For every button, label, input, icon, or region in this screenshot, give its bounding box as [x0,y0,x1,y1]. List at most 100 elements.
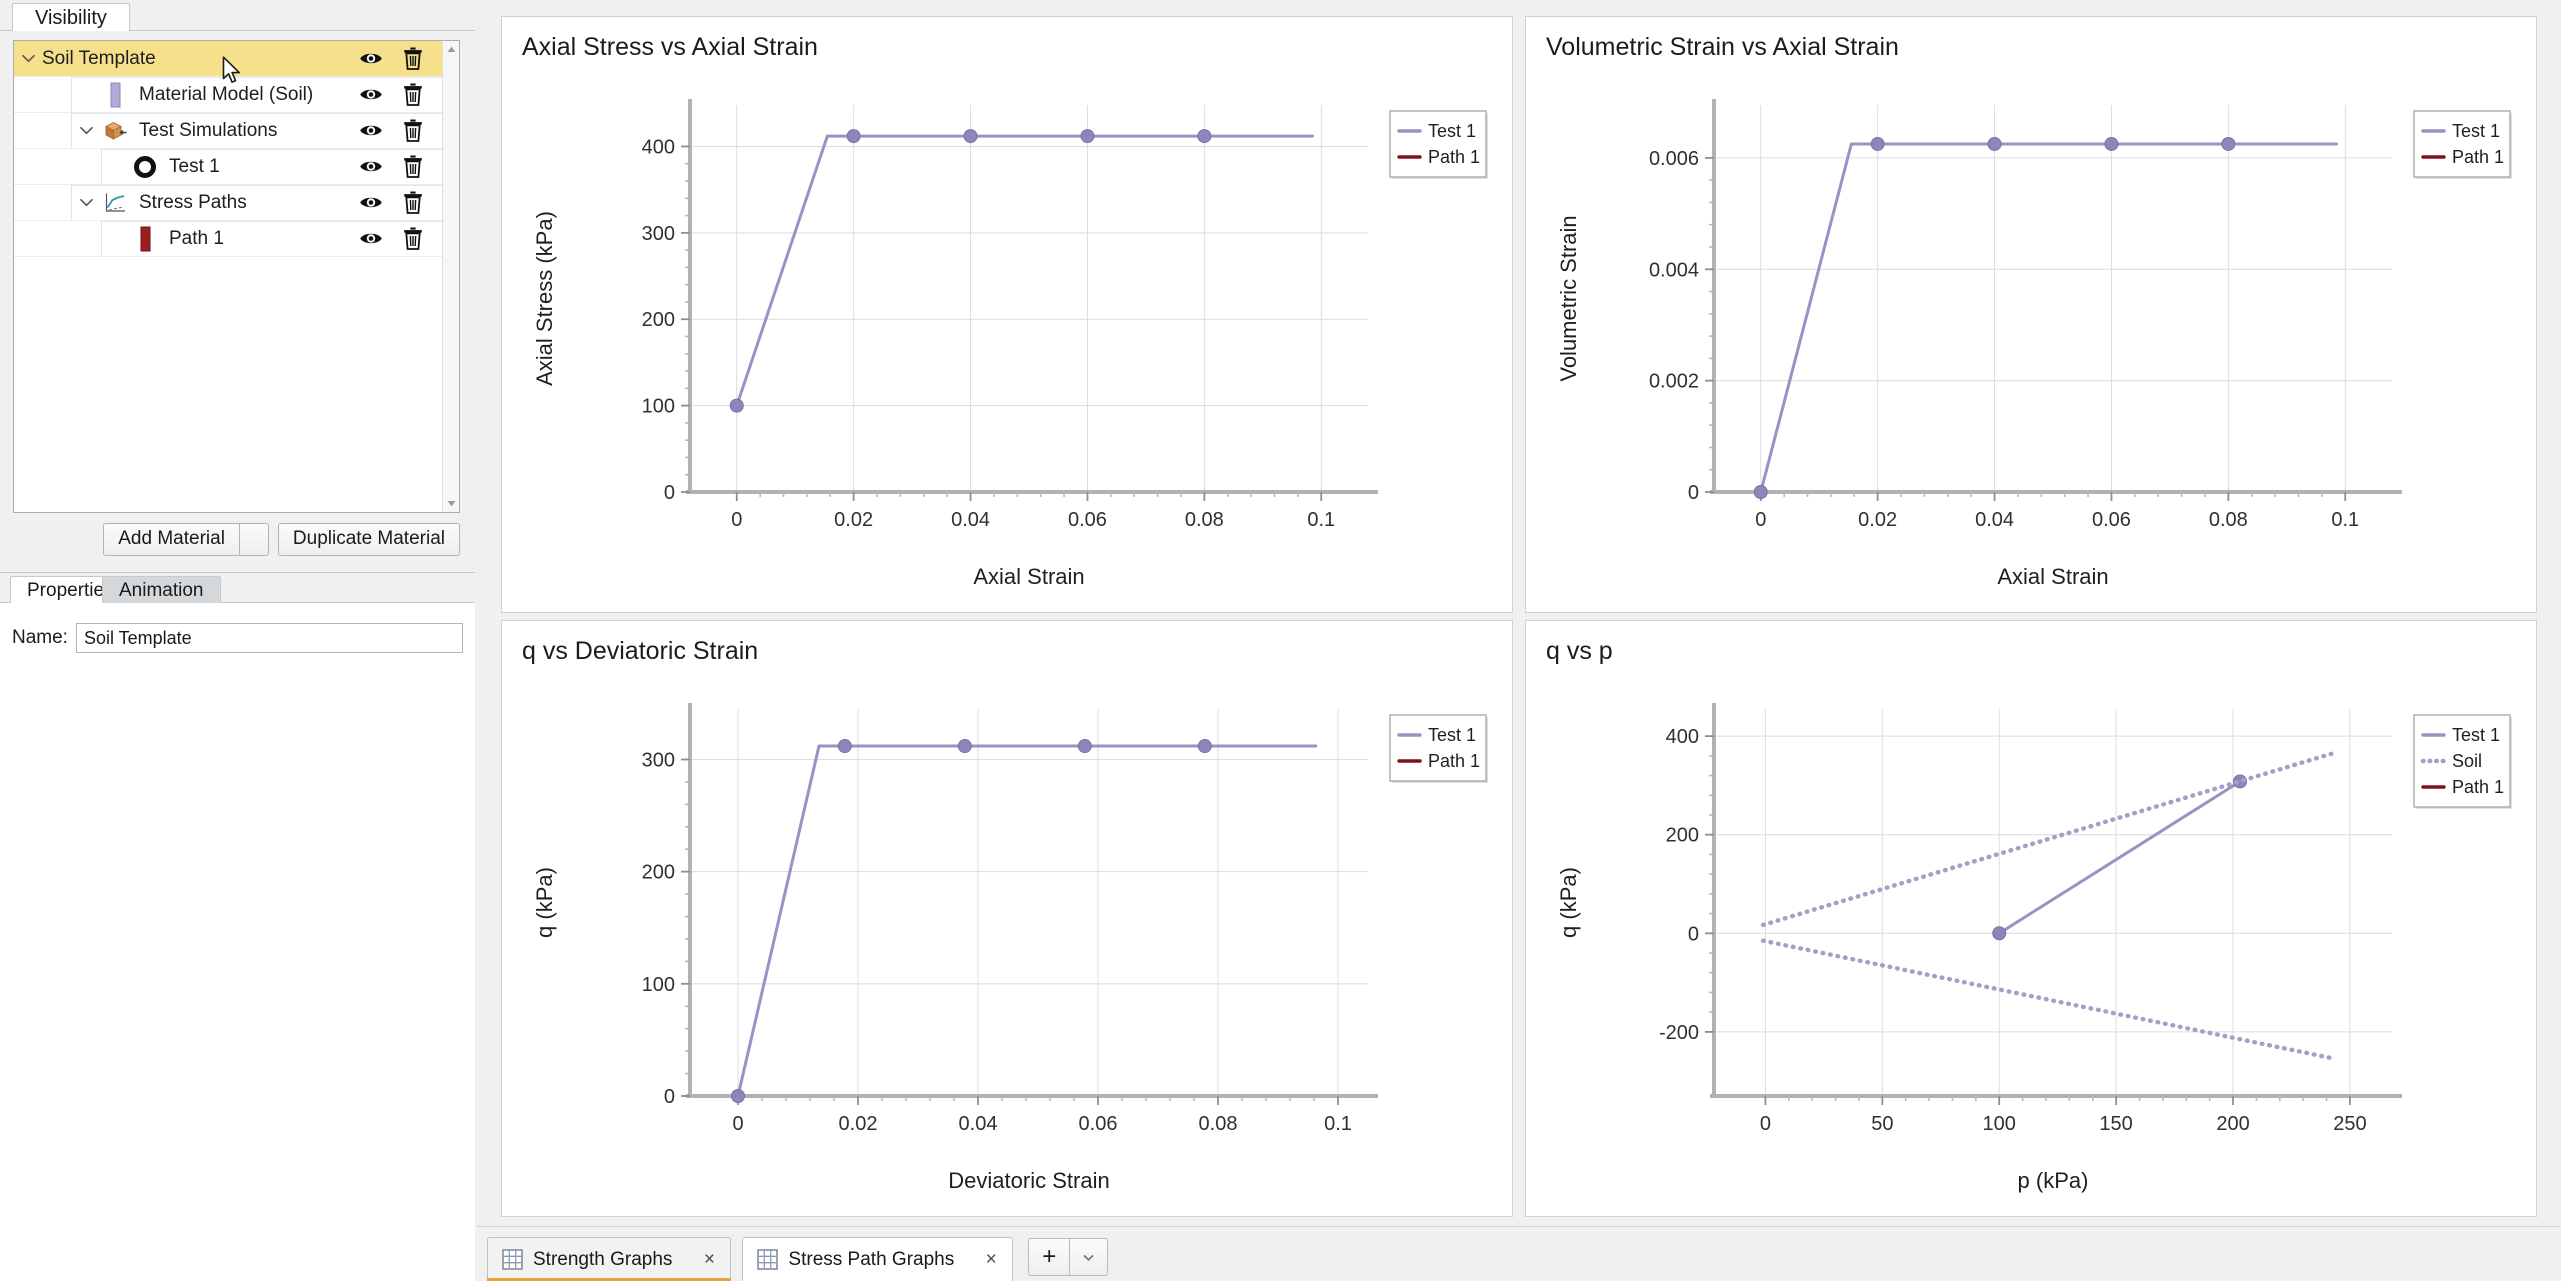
data-point-marker [1871,137,1884,150]
tree-item-body: Test Simulations [14,113,358,148]
scroll-down-icon[interactable] [443,495,460,512]
duplicate-material-button[interactable]: Duplicate Material [278,523,460,556]
tree-item-actions [358,154,442,180]
data-point-marker [847,130,860,143]
name-label: Name: [12,627,68,649]
add-tab-group: + [1028,1238,1108,1276]
data-point-marker [1078,740,1091,753]
document-tab-stress-path-graphs[interactable]: Stress Path Graphs × [742,1237,1013,1281]
tab-visibility[interactable]: Visibility [12,3,130,31]
trash-icon[interactable] [400,46,426,72]
add-material-button[interactable]: Add Material [103,523,239,556]
stress-path-bar-icon [130,226,160,252]
tree-item-path-1[interactable]: Path 1 [14,221,442,257]
eye-icon[interactable] [358,190,384,216]
x-tick-label: 0.04 [959,1113,998,1135]
chevron-down-icon[interactable] [14,41,42,76]
legend-label: Test 1 [2452,121,2500,141]
trash-icon[interactable] [400,82,426,108]
add-tab-button[interactable]: + [1028,1238,1069,1276]
data-point-marker [2105,137,2118,150]
chart-grid: Axial Stress vs Axial Strain010020030040… [477,0,2561,1226]
add-material-split-button[interactable]: Add Material [103,523,269,556]
y-tick-label: 200 [642,862,675,884]
data-point-marker [1081,130,1094,143]
document-tab-label: Stress Path Graphs [788,1249,954,1271]
y-tick-label: 100 [642,396,675,418]
eye-icon[interactable] [358,154,384,180]
data-point-marker [964,130,977,143]
grid-icon [502,1249,523,1270]
tree-item-label: Soil Template [42,48,156,70]
trash-icon[interactable] [400,226,426,252]
y-axis-label: Volumetric Strain [1556,215,1581,381]
data-point-marker [1754,486,1767,499]
document-tabbar: Strength Graphs× Stress Path Graphs × + [477,1226,2561,1281]
chevron-spacer [72,77,100,112]
stress-paths-chart-icon [100,190,130,216]
tree-item-actions [358,82,442,108]
tree-item-body: Material Model (Soil) [14,77,358,112]
properties-tabstrip: Properties Animation [0,573,475,603]
chart-card-volumetric-strain: Volumetric Strain vs Axial Strain00.0020… [1525,16,2537,613]
trash-icon[interactable] [400,190,426,216]
x-axis-label: p (kPa) [2018,1168,2089,1193]
trash-icon[interactable] [400,154,426,180]
tree-item-actions [358,46,442,72]
data-point-marker [1988,137,2001,150]
y-tick-label: 400 [1666,726,1699,748]
name-input[interactable] [76,623,463,653]
tree-scrollbar[interactable] [442,41,459,512]
data-point-marker [1198,130,1211,143]
x-tick-label: 0.1 [1307,509,1335,531]
tree-item-actions [358,118,442,144]
y-tick-label: 300 [642,749,675,771]
x-tick-label: 0.1 [2331,509,2359,531]
close-icon[interactable]: × [698,1249,720,1271]
legend-label: Soil [2452,751,2482,771]
material-tree: Soil Template Material Model (Soil) Test S… [13,40,460,513]
trash-icon[interactable] [400,118,426,144]
chevron-down-icon[interactable] [72,185,100,220]
tree-item-test-1[interactable]: Test 1 [14,149,442,185]
x-axis-label: Axial Strain [1997,564,2108,589]
y-tick-label: 400 [642,136,675,158]
tree-item-label: Material Model (Soil) [139,84,313,106]
add-tab-dropdown-button[interactable] [1069,1238,1108,1276]
eye-icon[interactable] [358,226,384,252]
x-tick-label: 200 [2216,1113,2249,1135]
tree-item-label: Test 1 [169,156,220,178]
grid-icon [757,1249,778,1270]
eye-icon[interactable] [358,118,384,144]
tree-item-material-model-soil[interactable]: Material Model (Soil) [14,77,442,113]
legend-label: Path 1 [2452,147,2504,167]
chevron-down-icon[interactable] [72,113,100,148]
x-tick-label: 0.06 [2092,509,2131,531]
material-buttons: Add Material Duplicate Material [13,521,460,557]
close-icon[interactable]: × [980,1249,1002,1271]
tree-item-test-simulations[interactable]: Test Simulations [14,113,442,149]
tree-item-label: Stress Paths [139,192,247,214]
tree-item-body: Soil Template [14,41,358,76]
tree-item-soil-template[interactable]: Soil Template [14,41,442,77]
x-tick-label: 150 [2099,1113,2132,1135]
scroll-up-icon[interactable] [443,41,460,58]
x-tick-label: 0 [1755,509,1766,531]
legend-label: Path 1 [2452,777,2504,797]
eye-icon[interactable] [358,46,384,72]
y-tick-label: 0.006 [1649,148,1699,170]
add-material-dropdown-button[interactable] [239,523,269,556]
document-tab-strength-graphs[interactable]: Strength Graphs× [487,1237,731,1281]
x-tick-label: 0.04 [951,509,990,531]
plot-background [690,105,1368,492]
x-axis-label: Deviatoric Strain [948,1168,1109,1193]
eye-icon[interactable] [358,82,384,108]
tree-item-stress-paths[interactable]: Stress Paths [14,185,442,221]
tab-animation[interactable]: Animation [102,576,221,603]
plot-background [690,709,1368,1096]
x-tick-label: 0.02 [834,509,873,531]
tree-item-body: Stress Paths [14,185,358,220]
y-tick-label: 0.002 [1649,371,1699,393]
y-tick-label: 300 [642,223,675,245]
y-tick-label: 0 [1688,923,1699,945]
